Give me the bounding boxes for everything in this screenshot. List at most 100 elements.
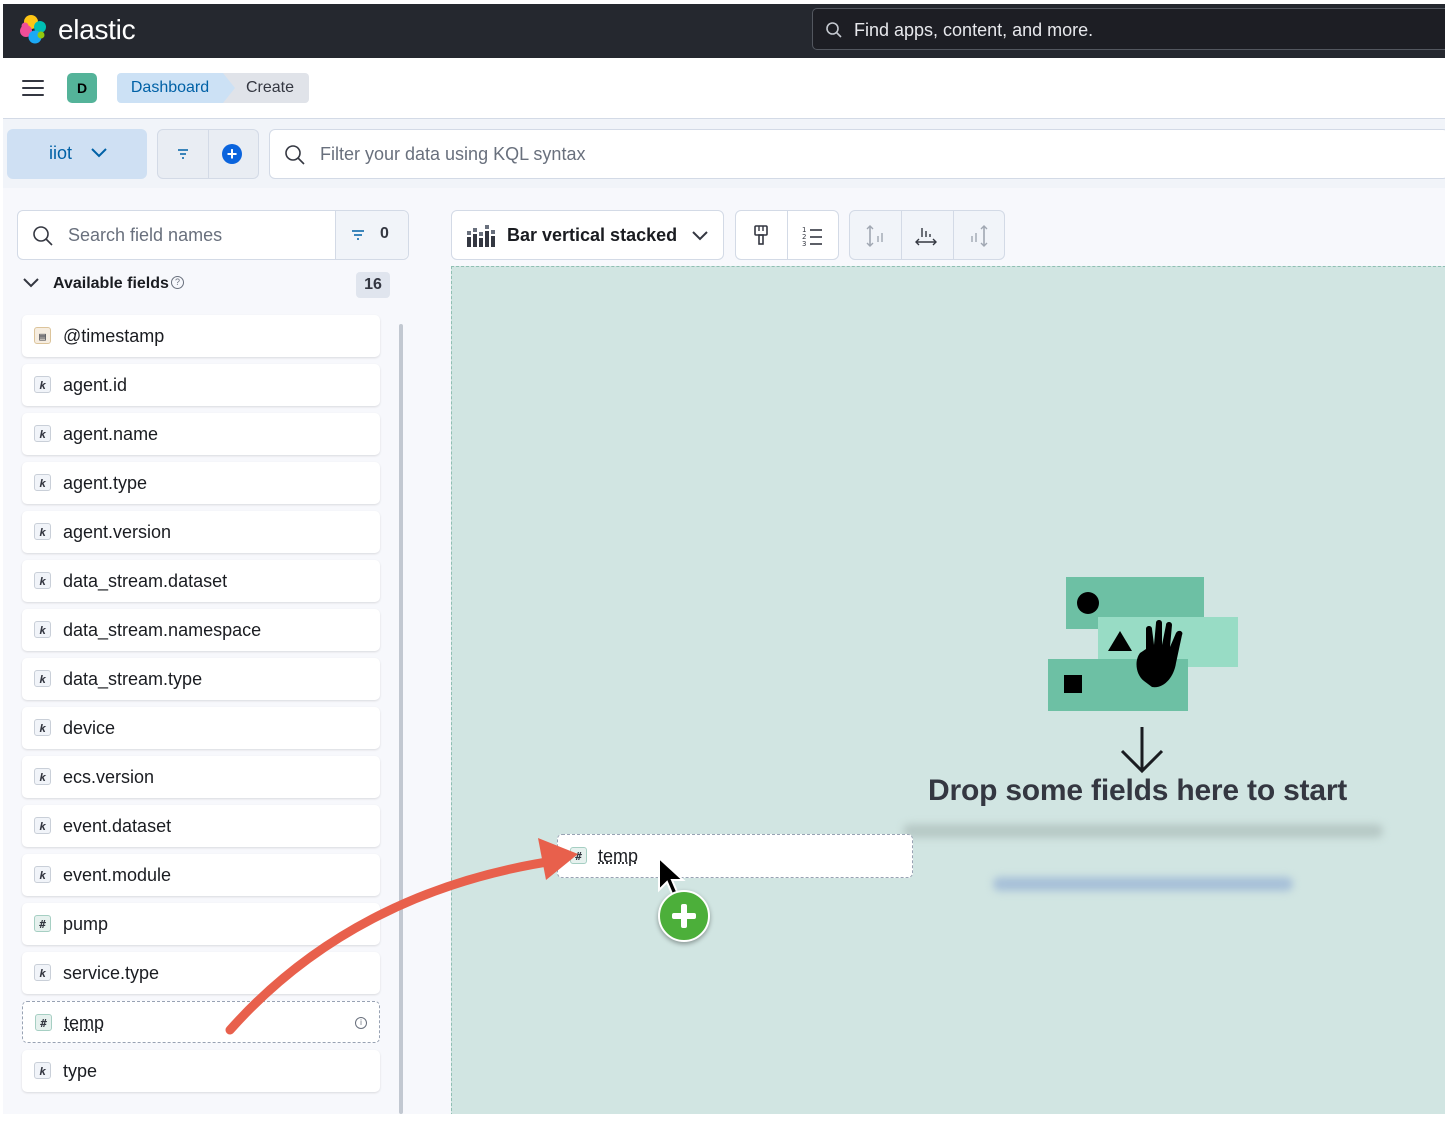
space-avatar[interactable]: D <box>67 73 97 103</box>
field-item[interactable]: k agent.id <box>22 364 380 406</box>
field-item[interactable]: k agent.type <box>22 462 380 504</box>
field-item[interactable]: k device <box>22 707 380 749</box>
drop-zone-title: Drop some fields here to start <box>928 774 1348 807</box>
keyword-type-icon: k <box>34 768 51 785</box>
field-item[interactable]: k data_stream.type <box>22 658 380 700</box>
keyword-type-icon: k <box>34 376 51 393</box>
field-item[interactable]: k data_stream.namespace <box>22 609 380 651</box>
app-window: elastic Find apps, content, and more. D … <box>3 4 1445 1114</box>
field-name: device <box>63 718 116 738</box>
field-list-scrollbar[interactable] <box>399 324 403 1114</box>
available-fields-label: Available fields <box>53 275 169 292</box>
keyword-type-icon: k <box>34 474 51 491</box>
keyword-type-icon: k <box>34 425 51 442</box>
breadcrumb-dashboard[interactable]: Dashboard <box>117 73 237 103</box>
filter-icon <box>352 230 364 240</box>
chevron-down-icon <box>692 231 708 241</box>
keyword-type-icon: k <box>34 964 51 981</box>
field-name: data_stream.dataset <box>63 571 228 591</box>
bottom-axis-icon[interactable] <box>914 224 938 248</box>
breadcrumb-create: Create <box>223 73 309 103</box>
field-item[interactable]: k type <box>22 1050 380 1092</box>
field-name: data_stream.type <box>63 669 203 689</box>
field-list: ▤ @timestamp k agent.id k agent.name k agent.ty… <box>22 315 382 1099</box>
workspace-drop-zone[interactable] <box>451 266 1445 1114</box>
data-view-picker[interactable]: iiot <box>7 129 147 179</box>
global-search-input[interactable]: Find apps, content, and more. <box>812 8 1445 50</box>
field-item[interactable]: k service.type <box>22 952 380 994</box>
query-bar: iiot + Filter your data using KQL syntax <box>3 119 1445 188</box>
field-name: service.type <box>63 963 160 983</box>
keyword-type-icon: k <box>34 523 51 540</box>
add-filter-icon[interactable]: + <box>222 144 242 164</box>
dragged-field-ghost: # temp <box>557 834 913 878</box>
field-name: data_stream.namespace <box>63 620 262 640</box>
field-item[interactable]: k event.dataset <box>22 805 380 847</box>
field-search-placeholder: Search field names <box>68 225 223 245</box>
top-header: elastic Find apps, content, and more. <box>3 4 1445 58</box>
field-name: pump <box>63 914 109 934</box>
field-search-input[interactable]: Search field names 0 <box>17 210 409 260</box>
field-name: agent.name <box>63 424 159 444</box>
field-name: agent.type <box>63 473 148 493</box>
global-search-placeholder: Find apps, content, and more. <box>854 20 1094 40</box>
drag-and-drop-illustration-icon <box>1048 577 1238 774</box>
query-filter-buttons: + <box>157 129 259 179</box>
field-item[interactable]: # temp i <box>22 1001 380 1043</box>
field-name: event.module <box>63 865 172 885</box>
search-icon <box>826 22 842 38</box>
help-icon[interactable]: ? <box>171 276 184 289</box>
data-view-label: iiot <box>49 143 73 163</box>
right-axis-icon[interactable] <box>966 224 990 248</box>
available-fields-header[interactable]: Available fields ? 16 <box>23 272 390 298</box>
keyword-type-icon: k <box>34 572 51 589</box>
field-name: ecs.version <box>63 767 155 787</box>
bar-stacked-chart-icon <box>467 225 495 247</box>
dragged-field-name: temp <box>598 846 639 866</box>
search-icon <box>285 145 305 165</box>
paintbrush-icon[interactable] <box>750 224 772 248</box>
kql-query-input[interactable]: Filter your data using KQL syntax <box>269 129 1445 179</box>
field-name: agent.version <box>63 522 172 542</box>
number-type-icon: # <box>34 915 51 932</box>
kql-placeholder: Filter your data using KQL syntax <box>320 144 586 164</box>
field-item[interactable]: k event.module <box>22 854 380 896</box>
number-type-icon: # <box>35 1014 52 1031</box>
keyword-type-icon: k <box>34 670 51 687</box>
calendar-icon: ▤ <box>34 327 51 344</box>
field-item[interactable]: k data_stream.dataset <box>22 560 380 602</box>
left-axis-icon[interactable] <box>864 224 888 248</box>
field-name: event.dataset <box>63 816 172 836</box>
field-name: agent.id <box>63 375 128 395</box>
field-item[interactable]: # pump <box>22 903 380 945</box>
info-icon[interactable]: i <box>355 1017 367 1029</box>
menu-icon[interactable] <box>22 80 44 98</box>
keyword-type-icon: k <box>34 1062 51 1079</box>
keyword-type-icon: k <box>34 621 51 638</box>
available-fields-count: 16 <box>356 272 390 298</box>
chevron-down-icon <box>91 148 107 158</box>
add-badge-icon <box>658 890 710 942</box>
filter-icon[interactable] <box>175 147 191 161</box>
field-name: @timestamp <box>63 326 165 346</box>
field-filter-button[interactable]: 0 <box>335 211 408 259</box>
appearance-toolbar: 1 2 3 <box>735 210 839 260</box>
chart-type-selector[interactable]: Bar vertical stacked <box>451 210 724 260</box>
brand-name[interactable]: elastic <box>58 13 136 47</box>
breadcrumb-bar: D Dashboard Create <box>3 58 1445 119</box>
field-name: temp <box>64 1013 105 1033</box>
field-item[interactable]: k agent.name <box>22 413 380 455</box>
field-name: type <box>63 1061 98 1081</box>
keyword-type-icon: k <box>34 817 51 834</box>
chevron-down-icon <box>23 278 39 288</box>
legend-icon[interactable]: 1 2 3 <box>800 224 824 248</box>
keyword-type-icon: k <box>34 866 51 883</box>
chart-type-label: Bar vertical stacked <box>507 225 678 245</box>
field-item[interactable]: ▤ @timestamp <box>22 315 380 357</box>
field-item[interactable]: k ecs.version <box>22 756 380 798</box>
feedback-link[interactable] <box>993 877 1293 891</box>
elastic-logo-icon[interactable] <box>17 13 49 45</box>
number-type-icon: # <box>570 847 587 864</box>
field-item[interactable]: k agent.version <box>22 511 380 553</box>
svg-text:3: 3 <box>802 240 806 248</box>
